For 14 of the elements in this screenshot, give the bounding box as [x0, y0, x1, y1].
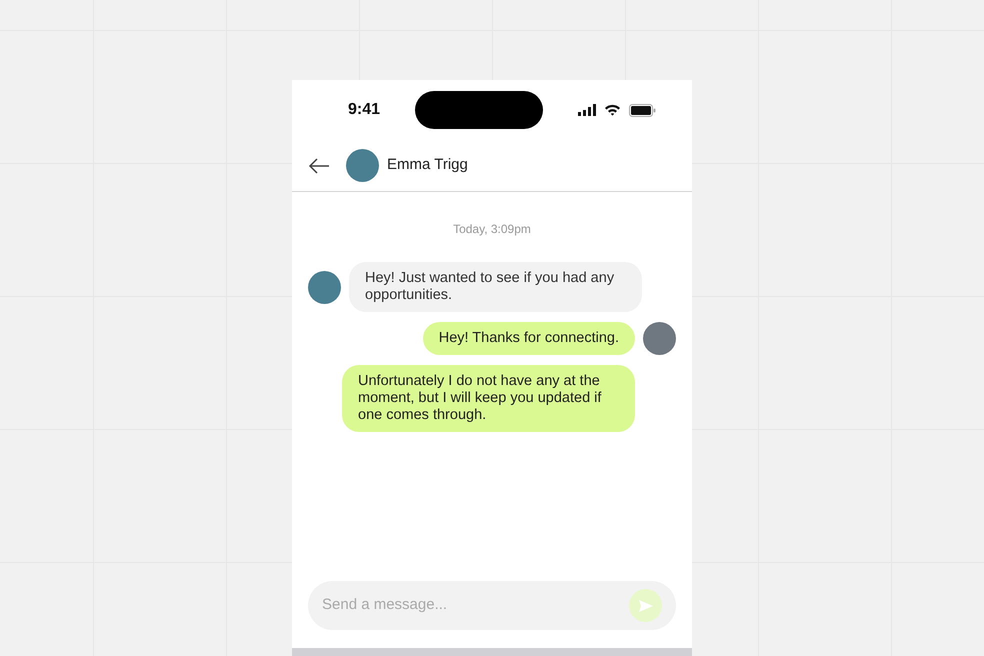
- message-input[interactable]: Send a message...: [308, 581, 676, 630]
- back-arrow-icon[interactable]: [308, 158, 330, 174]
- contact-name: Emma Trigg: [387, 155, 468, 176]
- message-bubble: Hey! Thanks for connecting.: [422, 322, 635, 355]
- wifi-icon: [604, 104, 621, 116]
- send-icon: [638, 598, 654, 612]
- message-timestamp: Today, 3:09pm: [452, 221, 532, 238]
- message-text-input[interactable]: Send a message...: [320, 593, 629, 618]
- message-bubble: Hey! Just wanted to see if you had any opportunities.: [349, 262, 642, 312]
- signal-icon: [578, 104, 596, 116]
- contact-avatar: [346, 149, 379, 182]
- status-time: 9:41: [348, 100, 380, 120]
- battery-icon: [629, 104, 656, 116]
- message-bubble: Unfortunately I do not have any at the moment, but I will keep you updated if one comes through.: [342, 365, 635, 432]
